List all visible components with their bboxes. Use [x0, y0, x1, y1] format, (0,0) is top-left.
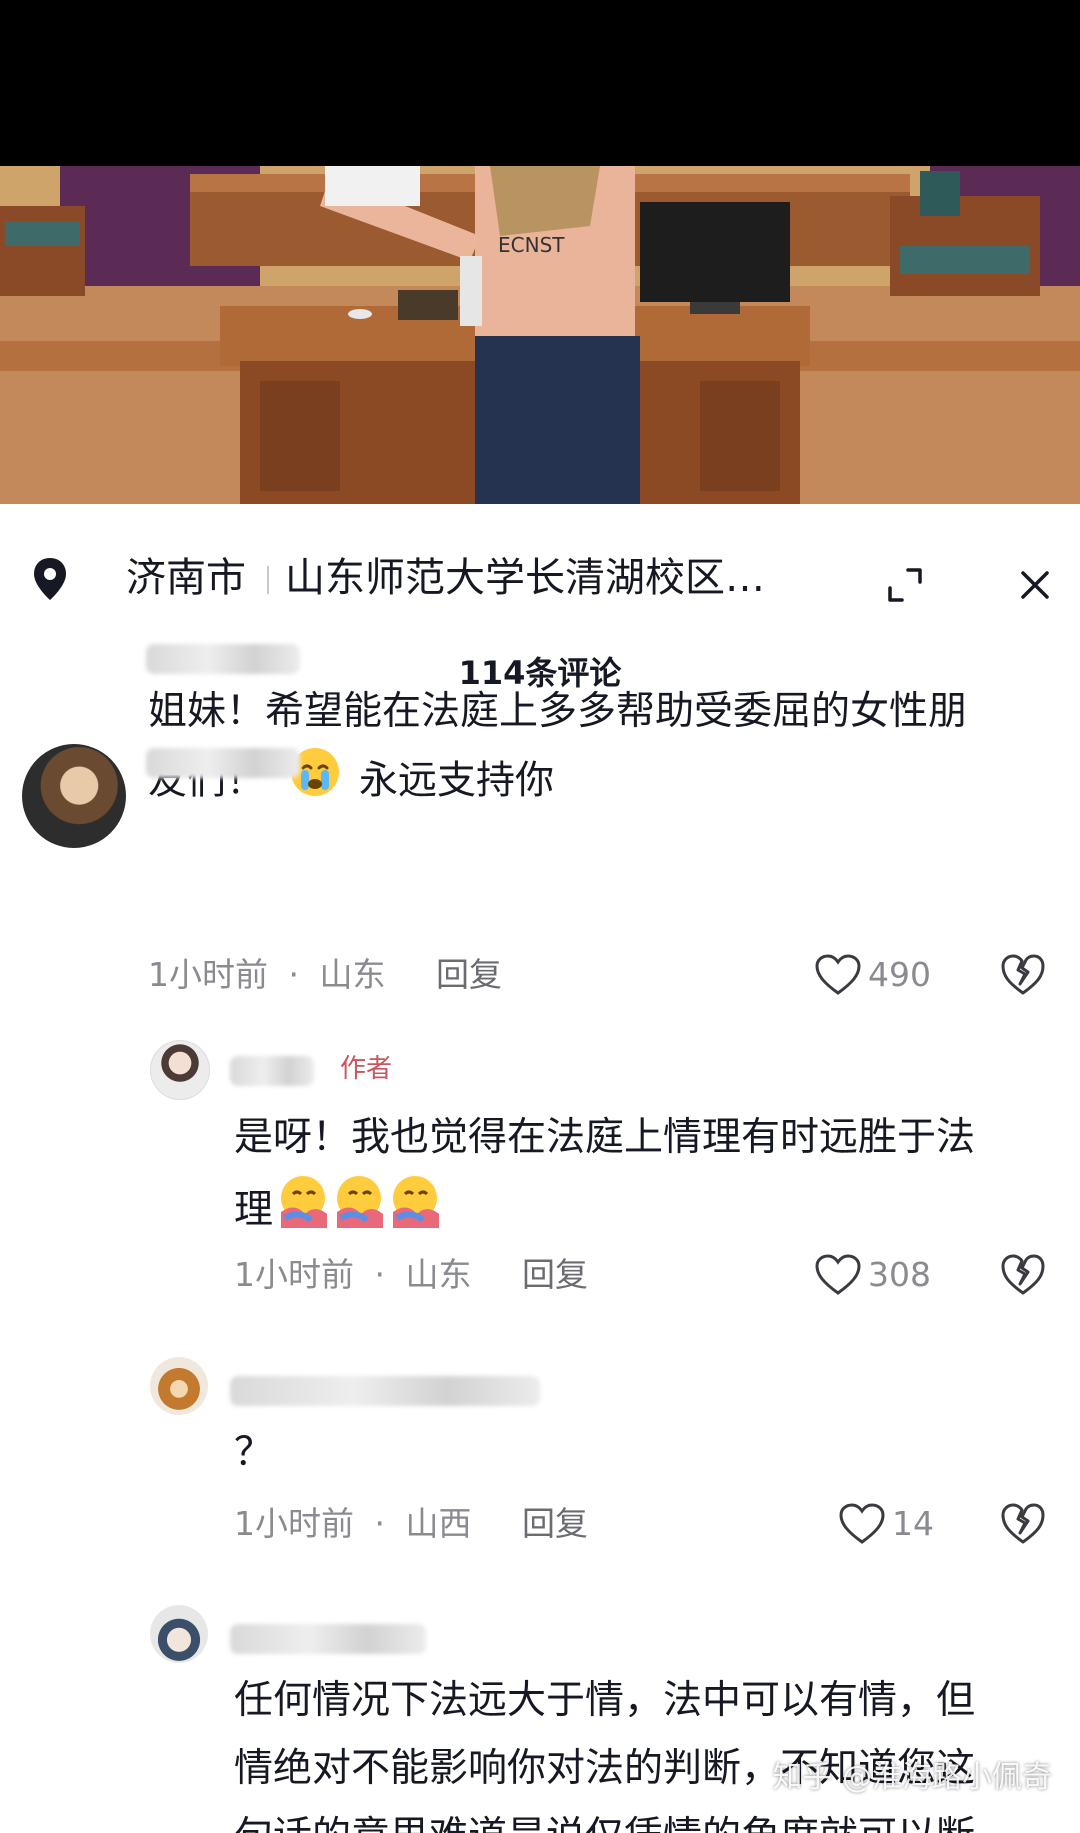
- like-count: 308: [868, 1255, 931, 1294]
- location-divider: [267, 566, 269, 594]
- comment-meta: 1小时前 · 山东 回复: [234, 1253, 588, 1297]
- reply-button[interactable]: 回复: [522, 1504, 588, 1543]
- comment-text: 是呀！我也觉得在法庭上情理有时远胜于法 理: [234, 1104, 1064, 1252]
- comment-region: 山东: [405, 1255, 472, 1294]
- comment-region: 山东: [319, 955, 386, 994]
- heart-icon: [815, 1254, 861, 1295]
- location-city[interactable]: 济南市: [126, 552, 246, 604]
- username-blurred-1[interactable]: [146, 748, 300, 778]
- username-blurred-3[interactable]: [230, 1376, 540, 1406]
- watermark: 知乎 @淮海路小佩奇: [772, 1760, 1052, 1795]
- svg-text:ECNST: ECNST: [498, 233, 565, 257]
- comment-meta: 1小时前 · 山东 回复: [148, 953, 502, 997]
- courtroom-video-frame: ECNST: [0, 166, 1080, 504]
- location-bar[interactable]: 济南市 山东师范大学长清湖校区…: [0, 544, 1080, 614]
- reply-button[interactable]: 回复: [436, 955, 502, 994]
- expand-icon[interactable]: [886, 566, 924, 604]
- avatar[interactable]: [22, 744, 126, 848]
- reply-button[interactable]: 回复: [522, 1255, 588, 1294]
- avatar[interactable]: [150, 1040, 210, 1100]
- hugging-face-emoji-row: [275, 1172, 443, 1252]
- username-blurred-4[interactable]: [230, 1624, 426, 1654]
- meta-separator: ·: [288, 955, 300, 994]
- broken-heart-icon[interactable]: [1000, 952, 1046, 998]
- like-button[interactable]: 308: [814, 1250, 931, 1300]
- broken-heart-icon[interactable]: [1000, 1252, 1046, 1298]
- like-count: 14: [892, 1504, 934, 1543]
- avatar[interactable]: [150, 1357, 208, 1415]
- meta-separator: ·: [374, 1255, 386, 1294]
- like-button[interactable]: 490: [814, 950, 931, 1000]
- meta-separator: ·: [374, 1504, 386, 1543]
- black-top-bar: [0, 0, 1080, 166]
- heart-icon: [815, 954, 861, 995]
- author-tag: 作者: [340, 1054, 393, 1084]
- video-player[interactable]: ECNST: [0, 166, 1080, 504]
- close-icon[interactable]: [1016, 566, 1054, 604]
- comment-meta: 1小时前 · 山西 回复: [234, 1502, 588, 1546]
- location-pin-icon: [34, 558, 66, 600]
- comment-time: 1小时前: [234, 1255, 354, 1294]
- username-blurred-2[interactable]: [230, 1056, 314, 1086]
- comment-text: 任何情况下法远大于情，法中可以有情，但 情绝对不能影响你对法的判断，不知道您这 …: [234, 1678, 976, 1833]
- location-place[interactable]: 山东师范大学长清湖校区…: [285, 552, 765, 604]
- like-button[interactable]: 14: [838, 1499, 934, 1549]
- heart-icon: [839, 1503, 885, 1544]
- username-blurred[interactable]: [146, 644, 300, 674]
- like-count: 490: [868, 955, 931, 994]
- avatar[interactable]: [150, 1605, 208, 1663]
- broken-heart-icon[interactable]: [1000, 1501, 1046, 1547]
- comment-time: 1小时前: [148, 955, 268, 994]
- comment-text: ？: [234, 1430, 274, 1475]
- comment-time: 1小时前: [234, 1504, 354, 1543]
- comment-region: 山西: [405, 1504, 472, 1543]
